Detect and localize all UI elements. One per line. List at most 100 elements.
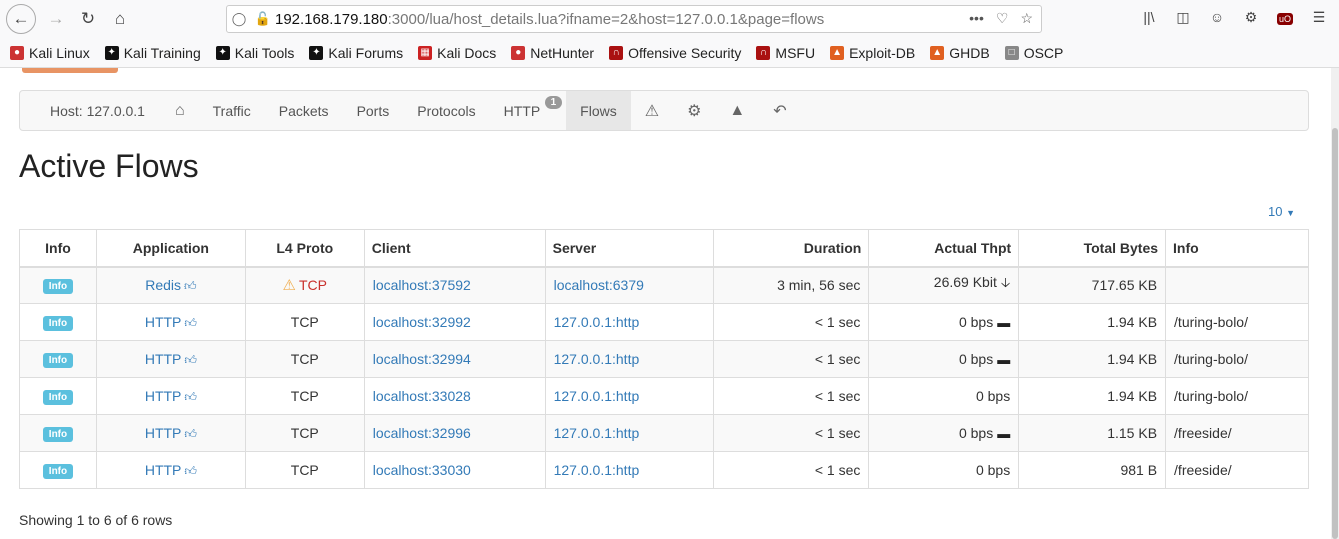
server-port-link[interactable]: :http [612, 462, 639, 478]
page-size-dropdown[interactable]: 10 ▼ [1268, 204, 1295, 219]
info-button[interactable]: Info [42, 464, 74, 479]
forward-arrow-icon[interactable]: → [42, 5, 70, 33]
ublock-icon[interactable]: uO [1275, 9, 1295, 26]
scrollbar-thumb[interactable] [1332, 128, 1338, 539]
reload-icon[interactable]: ↻ [74, 5, 102, 33]
tracking-protection-icon[interactable]: ◯ [227, 11, 251, 27]
application-link[interactable]: HTTP [145, 388, 182, 404]
bookmark-item[interactable]: ✦ Kali Training [104, 45, 201, 61]
nav-charts[interactable]: ▲ [715, 91, 759, 130]
application-link[interactable]: Redis [145, 277, 181, 293]
throughput-value: 0 bps [958, 425, 994, 441]
column-header[interactable]: Total Bytes [1018, 229, 1167, 268]
info-path-cell: /turing-bolo/ [1165, 377, 1309, 415]
url-bar[interactable]: ◯ 🔓 192.168.179.180:3000/lua/host_detail… [226, 5, 1042, 33]
application-link[interactable]: HTTP [145, 462, 182, 478]
tab-http[interactable]: HTTP 1 [490, 91, 567, 130]
client-host-link[interactable]: localhost [373, 314, 428, 330]
client-port-link[interactable]: :32996 [428, 425, 471, 441]
client-host-link[interactable]: localhost [373, 351, 428, 367]
insecure-lock-icon[interactable]: 🔓 [251, 11, 275, 27]
pocket-icon[interactable]: ♡ [996, 10, 1009, 27]
nav-settings[interactable]: ⚙ [673, 91, 715, 130]
duration-cell: < 1 sec [712, 340, 870, 378]
bookmark-star-icon[interactable]: ☆ [1020, 10, 1033, 27]
bookmark-item[interactable]: ∩ MSFU [756, 45, 815, 61]
info-button[interactable]: Info [42, 427, 74, 442]
client-port-link[interactable]: :33028 [428, 388, 471, 404]
bookmark-item[interactable]: ▲ GHDB [930, 45, 990, 61]
application-link[interactable]: HTTP [145, 314, 182, 330]
minus-icon: ▬ [997, 315, 1011, 330]
column-header[interactable]: Duration [712, 229, 870, 268]
info-button[interactable]: Info [42, 390, 74, 405]
tab-protocols[interactable]: Protocols [403, 91, 489, 130]
client-host-link[interactable]: localhost [373, 425, 428, 441]
client-host-link[interactable]: localhost [373, 462, 428, 478]
server-port-link[interactable]: :http [612, 425, 639, 441]
server-port-link[interactable]: :6379 [609, 277, 644, 293]
client-port-link[interactable]: :37592 [428, 277, 471, 293]
bookmark-item[interactable]: ✦ Kali Tools [215, 45, 294, 61]
client-port-link[interactable]: :32992 [428, 314, 471, 330]
bookmark-item[interactable]: ● NetHunter [511, 45, 594, 61]
account-icon[interactable]: ☺ [1207, 9, 1227, 26]
tab-packets[interactable]: Packets [265, 91, 343, 130]
tab-flows[interactable]: Flows [566, 91, 631, 130]
menu-icon[interactable]: ☰ [1309, 9, 1329, 26]
server-port-link[interactable]: :http [612, 351, 639, 367]
page-scrollbar[interactable] [1331, 68, 1339, 539]
page-actions-icon[interactable]: ••• [969, 10, 984, 27]
column-header[interactable]: Client [363, 229, 546, 268]
column-header[interactable]: Application [95, 229, 246, 268]
warning-icon: ⚠ [282, 277, 296, 295]
bookmark-item[interactable]: ▦ Kali Docs [418, 45, 496, 61]
back-arrow-icon[interactable]: ← [6, 4, 36, 34]
column-header[interactable]: Server [544, 229, 714, 268]
application-link[interactable]: HTTP [145, 351, 182, 367]
server-host-link[interactable]: 127.0.0.1 [554, 425, 612, 441]
tab-ports[interactable]: Ports [343, 91, 404, 130]
column-header[interactable]: L4 Proto [244, 229, 365, 268]
column-header[interactable]: Info [1165, 229, 1309, 268]
folder-icon: □ [1004, 45, 1019, 60]
application-link[interactable]: HTTP [145, 425, 182, 441]
column-header[interactable]: Actual Thpt [868, 229, 1020, 268]
table-header-row: Info Application L4 Proto Client Server Durat… [19, 229, 1309, 268]
info-cell: Info [19, 451, 97, 489]
info-button[interactable]: Info [42, 279, 74, 295]
server-port-link[interactable]: :http [612, 314, 639, 330]
bookmark-item[interactable]: ∩ Offensive Security [609, 45, 741, 61]
home-icon[interactable]: ⌂ [106, 5, 134, 33]
client-port-link[interactable]: :33030 [428, 462, 471, 478]
nav-home[interactable]: ⌂ [161, 91, 199, 130]
server-host-link[interactable]: localhost [554, 277, 609, 293]
server-port-link[interactable]: :http [612, 388, 639, 404]
pagination-info: Showing 1 to 6 of 6 rows [19, 512, 173, 528]
nav-back[interactable]: ↶ [759, 91, 800, 130]
server-host-link[interactable]: 127.0.0.1 [554, 351, 612, 367]
server-host-link[interactable]: 127.0.0.1 [554, 462, 612, 478]
nav-alerts[interactable]: ⚠ [631, 91, 673, 130]
throughput-cell: 0 bps ▬ [868, 340, 1020, 378]
client-host-link[interactable]: localhost [373, 277, 428, 293]
tab-traffic[interactable]: Traffic [199, 91, 265, 130]
column-header[interactable]: Info [19, 229, 97, 268]
warning-icon: ⚠ [644, 102, 660, 120]
info-button[interactable]: Info [42, 316, 74, 331]
bookmark-item[interactable]: ● Kali Linux [10, 45, 90, 61]
client-host-link[interactable]: localhost [373, 388, 428, 404]
l4-proto: TCP [290, 462, 319, 478]
sidebar-icon[interactable]: ◫ [1173, 9, 1193, 26]
server-host-link[interactable]: 127.0.0.1 [554, 314, 612, 330]
client-port-link[interactable]: :32994 [428, 351, 471, 367]
bookmark-item[interactable]: □ OSCP [1004, 45, 1063, 61]
url-path: :3000/lua/host_details.lua?ifname=2&host… [387, 10, 825, 28]
bookmark-item[interactable]: ▲ Exploit-DB [830, 45, 915, 61]
bookmark-item[interactable]: ✦ Kali Forums [309, 45, 403, 61]
library-icon[interactable]: ||\ [1139, 9, 1159, 26]
table-row: Info HTTP 👍︎ TCP localhost:33030 127.0.0.… [19, 451, 1309, 489]
server-host-link[interactable]: 127.0.0.1 [554, 388, 612, 404]
extension-icon[interactable]: ⚙ [1241, 9, 1261, 26]
info-button[interactable]: Info [42, 353, 74, 368]
